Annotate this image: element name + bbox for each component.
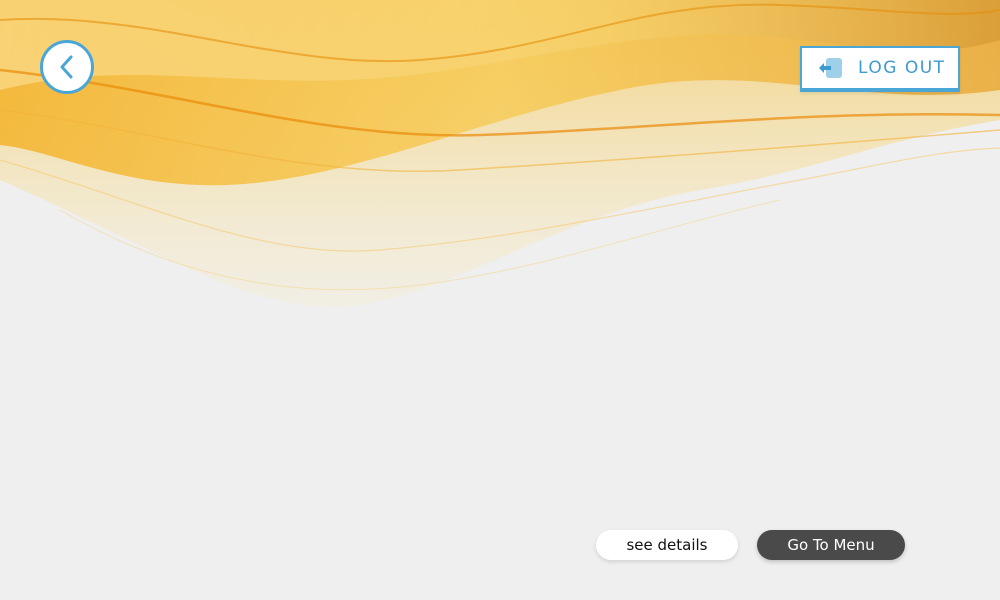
logout-label: LOG OUT bbox=[858, 58, 946, 78]
logout-button[interactable]: LOG OUT bbox=[800, 46, 960, 92]
chevron-left-icon bbox=[57, 54, 77, 80]
app-screen: LOG OUT see details Go To Menu bbox=[0, 0, 1000, 600]
go-to-menu-button[interactable]: Go To Menu bbox=[757, 530, 905, 560]
see-details-button[interactable]: see details bbox=[596, 530, 738, 560]
back-button[interactable] bbox=[40, 40, 94, 94]
logout-door-icon bbox=[818, 57, 846, 79]
